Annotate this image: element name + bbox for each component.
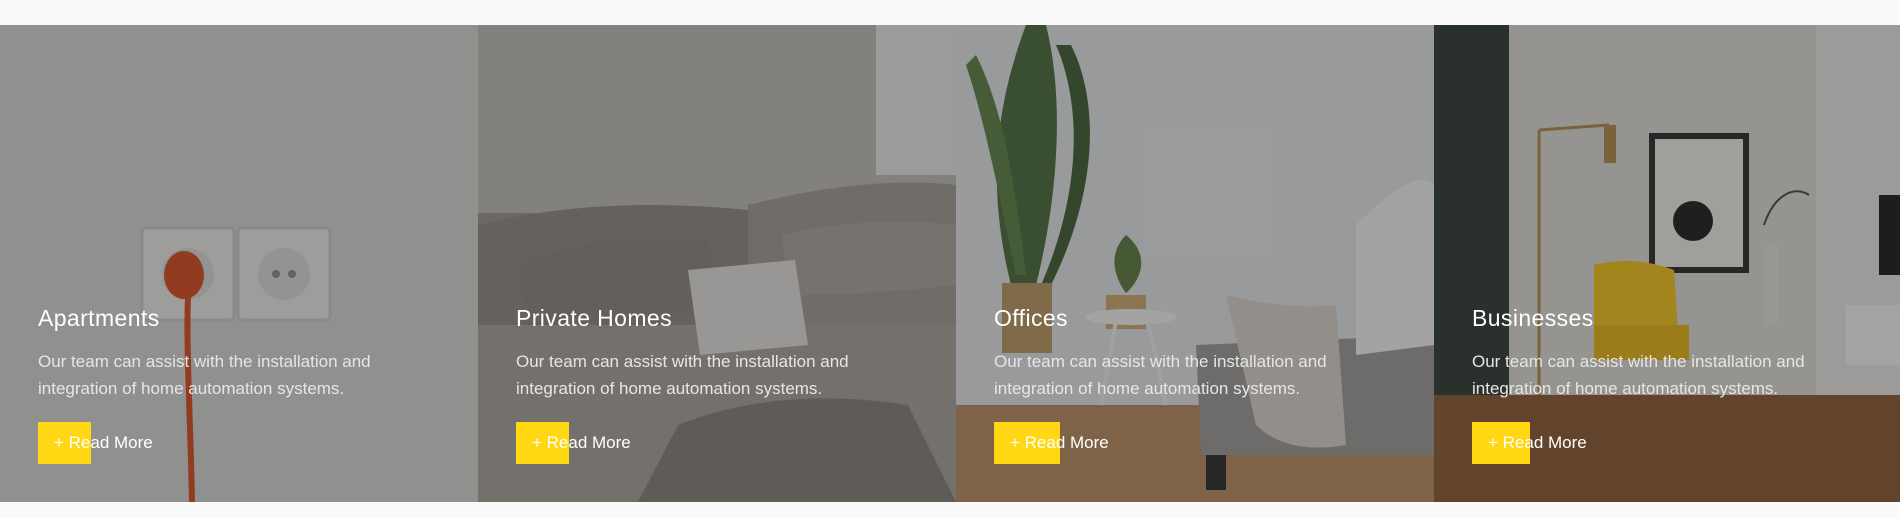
card-title: Businesses (1472, 305, 1594, 331)
read-more-button[interactable]: + Read More (1472, 422, 1587, 464)
card-description: Our team can assist with the installatio… (1472, 352, 1805, 398)
card-description: Our team can assist with the installatio… (516, 352, 849, 398)
read-more-button[interactable]: + Read More (516, 422, 631, 464)
read-more-button[interactable]: + Read More (38, 422, 153, 464)
card-title: Private Homes (516, 305, 673, 331)
read-more-label: + Read More (1010, 433, 1109, 452)
services-strip: Apartments Our team can assist with the … (0, 25, 1900, 502)
service-card-apartments: Apartments Our team can assist with the … (0, 25, 478, 502)
service-card-businesses: Businesses Our team can assist with the … (1434, 25, 1900, 502)
read-more-button[interactable]: + Read More (994, 422, 1109, 464)
card-description: Our team can assist with the installatio… (994, 352, 1327, 398)
card-title: Apartments (38, 305, 160, 331)
read-more-label: + Read More (54, 433, 153, 452)
card-description: Our team can assist with the installatio… (38, 352, 371, 398)
businesses-content: Businesses Our team can assist with the … (1472, 305, 1882, 464)
apartments-content: Apartments Our team can assist with the … (38, 305, 448, 464)
service-card-private-homes: Private Homes Our team can assist with t… (478, 25, 956, 502)
card-title: Offices (994, 305, 1068, 331)
read-more-label: + Read More (532, 433, 631, 452)
read-more-label: + Read More (1488, 433, 1587, 452)
private-homes-content: Private Homes Our team can assist with t… (516, 305, 926, 464)
offices-content: Offices Our team can assist with the ins… (994, 305, 1404, 464)
service-card-offices: Offices Our team can assist with the ins… (956, 25, 1434, 502)
